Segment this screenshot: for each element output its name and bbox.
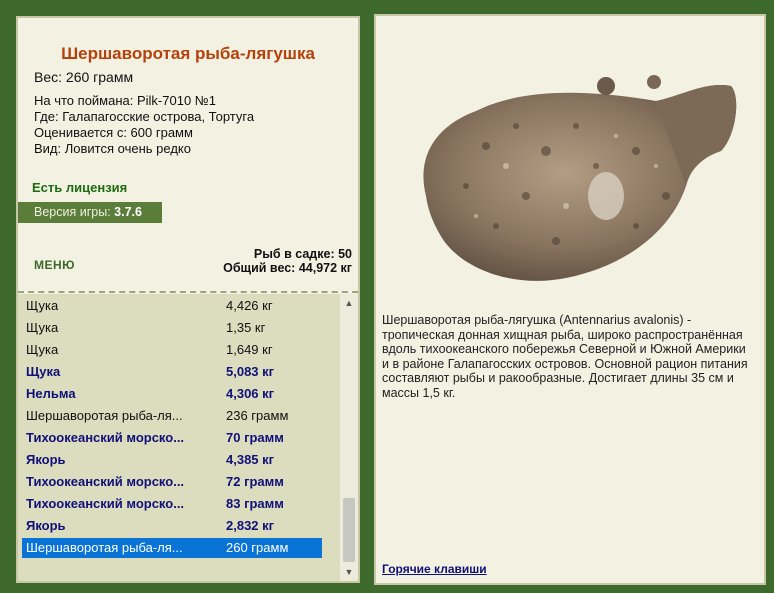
scroll-up-icon[interactable]: ▲ bbox=[340, 296, 358, 310]
fish-weight: Вес: 260 грамм bbox=[34, 69, 134, 85]
version-value: 3.7.6 bbox=[114, 205, 142, 219]
list-item-name: Якорь bbox=[26, 518, 66, 533]
list-item[interactable]: Шершаворотая рыба-ля... 236 грамм bbox=[22, 406, 322, 426]
list-item-weight: 4,306 кг bbox=[226, 386, 275, 401]
fish-image bbox=[423, 75, 737, 281]
list-item[interactable]: Нельма 4,306 кг bbox=[22, 384, 322, 404]
valued-from: Оценивается с: 600 грамм bbox=[34, 125, 193, 140]
list-item-weight: 1,649 кг bbox=[226, 342, 273, 357]
list-item-name: Щука bbox=[26, 364, 61, 379]
list-item-weight: 4,426 кг bbox=[226, 298, 273, 313]
stats: Рыб в садке: 50 Общий вес: 44,972 кг bbox=[223, 247, 352, 275]
list-item-name: Шершаворотая рыба-ля... bbox=[26, 408, 183, 423]
list-item-weight: 1,35 кг bbox=[226, 320, 266, 335]
scroll-down-icon[interactable]: ▼ bbox=[340, 565, 358, 579]
menu-button[interactable]: МЕНЮ bbox=[34, 258, 75, 272]
list-item-weight: 72 грамм bbox=[226, 474, 284, 489]
hotkeys-link[interactable]: Горячие клавиши bbox=[382, 562, 487, 576]
list-item[interactable]: Тихоокеанский морско... 83 грамм bbox=[22, 494, 322, 514]
list-item[interactable]: Тихоокеанский морско... 72 грамм bbox=[22, 472, 322, 492]
list-item-weight: 5,083 кг bbox=[226, 364, 275, 379]
list-item-weight: 70 грамм bbox=[226, 430, 284, 445]
license-status: Есть лицензия bbox=[32, 180, 128, 195]
list-item[interactable]: Шершаворотая рыба-ля... 260 грамм bbox=[22, 538, 322, 558]
location: Где: Галапагосские острова, Тортуга bbox=[34, 109, 255, 124]
list-item-name: Щука bbox=[26, 342, 59, 357]
list-item[interactable]: Щука 5,083 кг bbox=[22, 362, 322, 382]
list-item[interactable]: Якорь 4,385 кг bbox=[22, 450, 322, 470]
fish-detail-panel: Шершаворотая рыба-лягушка (Antennarius a… bbox=[374, 14, 766, 585]
caught-with: На что поймана: Pilk-7010 №1 bbox=[34, 93, 216, 108]
fish-title: Шершаворотая рыба-лягушка bbox=[61, 44, 315, 63]
version-label: Версия игры: bbox=[34, 205, 111, 219]
list-item-name: Тихоокеанский морско... bbox=[26, 496, 185, 511]
rarity: Вид: Ловится очень редко bbox=[34, 141, 191, 156]
catch-list[interactable]: Щука 4,426 кг Щука 1,35 кг Щука 1,649 кг Щука 5… bbox=[18, 294, 340, 581]
list-item-weight: 2,832 кг bbox=[226, 518, 275, 533]
list-item-weight: 236 грамм bbox=[226, 408, 289, 423]
list-item-name: Щука bbox=[26, 298, 59, 313]
list-item[interactable]: Щука 4,426 кг bbox=[22, 296, 322, 316]
fish-in-net: Рыб в садке: 50 bbox=[253, 247, 352, 261]
version-bar: Версия игры: 3.7.6 bbox=[18, 202, 162, 223]
divider bbox=[18, 291, 358, 293]
list-item[interactable]: Тихоокеанский морско... 70 грамм bbox=[22, 428, 322, 448]
list-item-name: Нельма bbox=[26, 386, 76, 401]
list-item[interactable]: Якорь 2,832 кг bbox=[22, 516, 322, 536]
scrollbar[interactable]: ▲ ▼ bbox=[340, 294, 358, 581]
list-item-name: Тихоокеанский морско... bbox=[26, 474, 185, 489]
list-item-weight: 4,385 кг bbox=[226, 452, 275, 467]
list-item-weight: 260 грамм bbox=[226, 540, 289, 555]
fish-description: Шершаворотая рыба-лягушка (Antennarius a… bbox=[382, 313, 748, 400]
scrollbar-thumb[interactable] bbox=[343, 498, 355, 562]
list-item[interactable]: Щука 1,649 кг bbox=[22, 340, 322, 360]
list-item-name: Тихоокеанский морско... bbox=[26, 430, 185, 445]
list-item-weight: 83 грамм bbox=[226, 496, 284, 511]
list-item-name: Якорь bbox=[26, 452, 66, 467]
total-weight: Общий вес: 44,972 кг bbox=[223, 261, 352, 275]
fish-info-panel: Шершаворотая рыба-лягушка Вес: 260 грамм… bbox=[16, 16, 360, 583]
list-item-name: Шершаворотая рыба-ля... bbox=[26, 540, 183, 555]
list-item-name: Щука bbox=[26, 320, 59, 335]
list-item[interactable]: Щука 1,35 кг bbox=[22, 318, 322, 338]
